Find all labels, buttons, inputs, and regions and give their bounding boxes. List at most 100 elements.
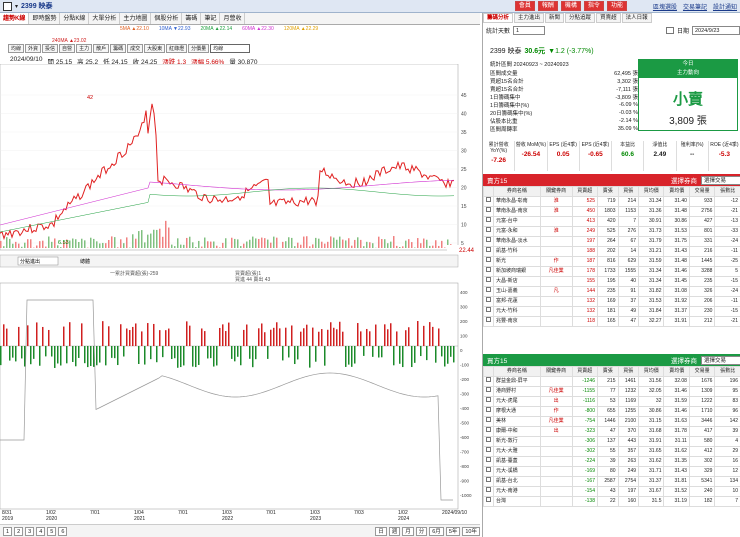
column-header[interactable]: 買賣超 — [571, 186, 598, 197]
tab-big-order[interactable]: 大單分析 — [89, 13, 121, 24]
row-checkbox[interactable] — [486, 447, 491, 452]
trade-note-link[interactable]: 交易筆記 — [683, 2, 707, 11]
page-4[interactable]: 4 — [36, 526, 46, 536]
seller-trade-select[interactable]: 選擇交易 — [701, 175, 740, 185]
row-checkbox[interactable] — [486, 207, 491, 212]
function-button[interactable]: 功能 — [606, 1, 627, 11]
row-checkbox[interactable] — [486, 317, 491, 322]
table-row[interactable]: 新光作 187 816 629 31.59 31.48 1445 -25 — [483, 256, 740, 267]
table-row[interactable]: 凱基-臺蓋 -224 39 263 31.62 31.35 302 16 — [483, 456, 740, 467]
row-checkbox[interactable] — [486, 387, 491, 392]
subtab-traffic-light[interactable]: 紅綠燈 — [166, 44, 188, 53]
range-6m[interactable]: 6月 — [429, 526, 444, 536]
table-row[interactable]: 港商野村 凡佳業 -1155 77 1232 32.05 31.46 1309 95 — [483, 386, 740, 397]
row-checkbox[interactable] — [486, 477, 491, 482]
column-header[interactable]: 買均價 — [638, 186, 665, 197]
tab-branch-kline[interactable]: 分點K線 — [60, 13, 90, 24]
column-header[interactable]: 買均價 — [638, 366, 665, 377]
notify-link[interactable]: 設計通知 — [713, 2, 737, 11]
column-header[interactable]: 交易量 — [688, 366, 716, 377]
column-header[interactable]: 賣均價 — [663, 186, 690, 197]
subtab-main[interactable]: 主力 — [76, 44, 93, 53]
row-checkbox[interactable] — [486, 227, 491, 232]
table-row[interactable]: 大昌-新店 155 195 40 31.34 31.45 235 -15 — [483, 276, 740, 287]
indicator-tab[interactable]: 總體 — [80, 258, 90, 265]
block-select-link[interactable]: 區塊選股 — [653, 2, 677, 11]
column-header[interactable]: 關鍵券商 — [539, 366, 573, 377]
row-checkbox[interactable] — [486, 217, 491, 222]
period-week[interactable]: 週 — [388, 526, 401, 536]
table-row[interactable]: 華南永昌-淡水 197 264 67 31.79 31.75 331 -24 — [483, 236, 740, 247]
tab-branch-track[interactable]: 分點追蹤 — [565, 13, 596, 23]
column-header[interactable]: 賣張 — [596, 366, 619, 377]
subtab-price-volume[interactable]: 分價量 — [188, 44, 210, 53]
row-checkbox[interactable] — [486, 267, 491, 272]
buyer-trade-select[interactable]: 選擇交易 — [701, 355, 740, 365]
row-checkbox[interactable] — [486, 487, 491, 492]
subtab-chips[interactable]: 籌碼 — [110, 44, 127, 53]
subtab-retail[interactable]: 散戶 — [93, 44, 110, 53]
tab-main-map[interactable]: 主力地圖 — [120, 13, 152, 24]
row-checkbox[interactable] — [486, 467, 491, 472]
tab-institutional[interactable]: 法人日報 — [621, 13, 652, 23]
row-checkbox[interactable] — [486, 397, 491, 402]
subtab-trust[interactable]: 投信 — [42, 44, 59, 53]
indicator-select[interactable]: 分點進出 — [20, 258, 40, 265]
column-header[interactable]: 賣均價 — [663, 366, 690, 377]
tab-realtime[interactable]: 即時盤勢 — [29, 13, 61, 24]
table-row[interactable]: 群益金鼎-屏平 -1246 215 1461 31.56 32.08 1676 196 — [483, 376, 740, 387]
row-checkbox[interactable] — [486, 307, 491, 312]
tab-chip-analysis[interactable]: 籌碼分析 — [483, 13, 514, 23]
range-10y[interactable]: 10年 — [462, 526, 480, 536]
row-checkbox[interactable] — [486, 277, 491, 282]
row-checkbox[interactable] — [486, 247, 491, 252]
table-row[interactable]: 玉山-嘉義凡 144 235 91 31.82 31.08 326 -24 — [483, 286, 740, 297]
row-checkbox[interactable] — [486, 427, 491, 432]
subtab-major-holder[interactable]: 大股東 — [144, 44, 166, 53]
page-5[interactable]: 5 — [47, 526, 57, 536]
date-input[interactable]: 2024/9/23 — [692, 25, 740, 35]
tab-chips[interactable]: 籌碼 — [182, 13, 202, 24]
table-row[interactable]: 新加坡商瑞銀 凡佳業 178 1733 1555 31.34 31.46 3288 5 — [483, 266, 740, 277]
row-checkbox[interactable] — [486, 287, 491, 292]
page-3[interactable]: 3 — [25, 526, 35, 536]
page-2[interactable]: 2 — [14, 526, 24, 536]
row-checkbox[interactable] — [486, 437, 491, 442]
tab-monthly-revenue[interactable]: 月營收 — [220, 13, 246, 24]
tab-notes[interactable]: 筆記 — [201, 13, 221, 24]
tab-stock-analysis[interactable]: 個股分析 — [151, 13, 183, 24]
table-row[interactable]: 元大-南港 -154 43 197 31.67 31.52 240 10 — [483, 486, 740, 497]
table-row[interactable]: 元富-台中 413 420 7 30.91 30.86 427 -13 — [483, 216, 740, 227]
column-header[interactable]: 張數比 — [714, 366, 740, 377]
reward-button[interactable]: 報酬 — [537, 1, 558, 11]
table-row[interactable]: 華南永昌-彰南淮 525 719 214 31.34 31.40 933 -12 — [483, 196, 740, 207]
command-button[interactable]: 指令 — [583, 1, 604, 11]
table-row[interactable]: 元大-虎尾出 -1116 53 1169 32 31.59 1222 83 — [483, 396, 740, 407]
subtab-volume[interactable]: 成交 — [127, 44, 144, 53]
table-row[interactable]: 康爾-中和出 -323 47 370 31.68 31.78 417 39 — [483, 426, 740, 437]
dropdown-arrow-icon[interactable]: ▾ — [15, 3, 18, 10]
row-checkbox[interactable] — [486, 297, 491, 302]
table-row[interactable]: 美林 凡佳業 -754 1446 2100 31.15 31.63 3446 142 — [483, 416, 740, 427]
column-header[interactable]: 買張 — [617, 186, 640, 197]
row-checkbox[interactable] — [486, 377, 491, 382]
member-button[interactable]: 會員 — [514, 1, 535, 11]
column-header[interactable]: 賣張 — [596, 186, 619, 197]
table-row[interactable]: 凱基-竹科 188 202 14 31.21 31.43 216 -11 — [483, 246, 740, 257]
row-checkbox[interactable] — [486, 257, 491, 262]
column-header[interactable]: 券商名稱 — [493, 366, 541, 377]
row-checkbox[interactable] — [486, 417, 491, 422]
calendar-icon[interactable] — [665, 26, 674, 34]
table-row[interactable]: 華南永昌-南京淮 450 1803 1153 31.36 31.48 2756 -21 — [483, 206, 740, 217]
column-header[interactable]: 張數比 — [714, 186, 740, 197]
table-row[interactable]: 元大-大雅 -302 55 357 31.65 31.62 412 29 — [483, 446, 740, 457]
page-6[interactable]: 6 — [58, 526, 68, 536]
tab-main-inout[interactable]: 主力進出 — [514, 13, 545, 23]
tab-news[interactable]: 新聞 — [545, 13, 565, 23]
row-checkbox[interactable] — [486, 237, 491, 242]
period-day[interactable]: 日 — [375, 526, 387, 536]
subtab-dealer[interactable]: 自營 — [59, 44, 76, 53]
row-checkbox[interactable] — [486, 197, 491, 202]
tab-buy-sell[interactable]: 買賣超 — [596, 13, 621, 23]
subtab-ma[interactable]: 均線 — [8, 44, 25, 53]
